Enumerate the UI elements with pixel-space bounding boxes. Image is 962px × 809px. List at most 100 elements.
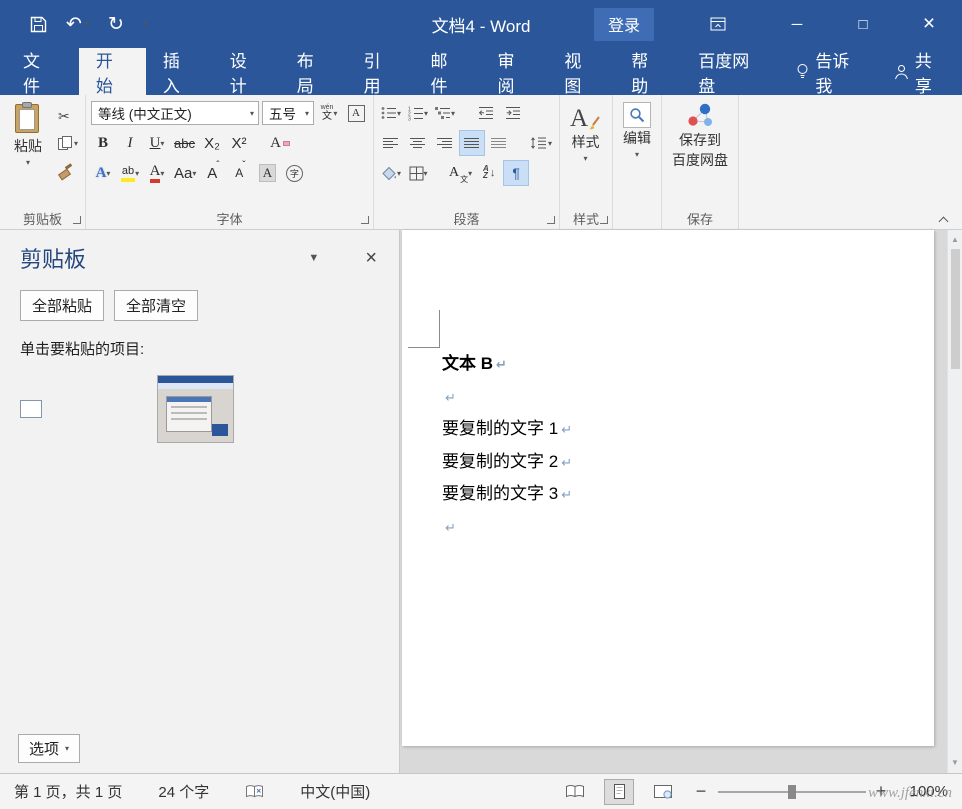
underline-button[interactable]: U▾ bbox=[145, 131, 169, 155]
clipboard-item[interactable] bbox=[0, 375, 399, 443]
text-highlight-color-button[interactable]: ab▾ bbox=[118, 161, 142, 185]
paste-all-button[interactable]: 全部粘贴 bbox=[20, 290, 104, 321]
enclose-characters-button[interactable]: 字 bbox=[282, 161, 306, 185]
document-area[interactable]: 文本 B↵ ↵ 要复制的文字 1↵ 要复制的文字 2↵ 要复制的文字 3↵ ↵ … bbox=[400, 230, 962, 773]
grow-font-button[interactable]: Aˆ bbox=[201, 161, 225, 185]
language-indicator[interactable]: 中文(中国) bbox=[300, 781, 370, 802]
format-painter-button[interactable] bbox=[55, 159, 81, 181]
font-dialog-launcher[interactable] bbox=[361, 216, 369, 224]
tab-mailings[interactable]: 邮件 bbox=[414, 48, 481, 95]
clipboard-dialog-launcher[interactable] bbox=[73, 216, 81, 224]
undo-dropdown-icon[interactable]: ▾ bbox=[85, 20, 89, 28]
minimize-button[interactable]: ─ bbox=[764, 0, 830, 48]
clear-all-button[interactable]: 全部清空 bbox=[114, 290, 198, 321]
clipboard-item-thumbnail[interactable] bbox=[157, 375, 234, 443]
document-empty-line[interactable]: ↵ bbox=[442, 511, 572, 544]
zoom-slider[interactable] bbox=[718, 791, 866, 793]
web-layout-button[interactable] bbox=[648, 779, 678, 805]
asian-layout-button[interactable]: A文 ▾ bbox=[447, 161, 474, 185]
zoom-out-button[interactable]: − bbox=[692, 781, 710, 802]
collapse-ribbon-button[interactable] bbox=[936, 211, 950, 225]
tab-references[interactable]: 引用 bbox=[347, 48, 414, 95]
styles-button[interactable]: A 样式 ▾ bbox=[561, 97, 610, 208]
save-button[interactable] bbox=[30, 16, 47, 33]
scroll-up-arrow[interactable]: ▲ bbox=[951, 230, 959, 247]
pane-close-button[interactable]: × bbox=[365, 247, 377, 270]
distribute-button[interactable] bbox=[487, 131, 511, 155]
copy-button[interactable]: ▾ bbox=[55, 132, 81, 154]
scrollbar-thumb[interactable] bbox=[951, 249, 960, 369]
sort-button[interactable]: AZ ↓ bbox=[477, 161, 501, 185]
pane-menu-button[interactable]: ▼ bbox=[308, 252, 319, 264]
document-heading[interactable]: 文本 B bbox=[442, 354, 493, 373]
show-hide-marks-button[interactable]: ¶ bbox=[504, 161, 528, 185]
shading-button[interactable]: ▾ bbox=[379, 161, 403, 185]
document-empty-line[interactable]: ↵ bbox=[442, 381, 572, 414]
align-center-button[interactable] bbox=[406, 131, 430, 155]
word-count[interactable]: 24 个字 bbox=[158, 781, 209, 802]
tab-baidu-netdisk[interactable]: 百度网盘 bbox=[681, 48, 781, 95]
tell-me-button[interactable]: 告诉我 bbox=[781, 48, 879, 95]
sign-in-button[interactable]: 登录 bbox=[594, 8, 654, 41]
clear-formatting-button[interactable]: A bbox=[268, 131, 292, 155]
vertical-scrollbar[interactable]: ▲ ▼ bbox=[947, 230, 962, 773]
pane-options-button[interactable]: 选项 ▾ bbox=[18, 734, 80, 763]
tab-file[interactable]: 文件 bbox=[0, 48, 79, 95]
read-mode-button[interactable] bbox=[560, 779, 590, 805]
redo-button[interactable]: ↻ bbox=[108, 15, 124, 34]
shrink-font-button[interactable]: Aˇ bbox=[228, 161, 252, 185]
zoom-in-button[interactable]: + bbox=[872, 781, 890, 802]
cut-button[interactable]: ✂ bbox=[55, 105, 81, 127]
increase-indent-button[interactable] bbox=[501, 101, 525, 125]
tab-layout[interactable]: 布局 bbox=[280, 48, 347, 95]
save-to-baidu-button[interactable]: 保存到 百度网盘 bbox=[663, 97, 737, 208]
font-color-button[interactable]: A▾ bbox=[145, 161, 169, 185]
character-shading-button[interactable]: A bbox=[255, 161, 279, 185]
borders-button[interactable]: ▾ bbox=[406, 161, 430, 185]
document-line[interactable]: 要复制的文字 1↵ bbox=[442, 413, 572, 446]
zoom-level[interactable]: 100% bbox=[902, 783, 948, 800]
phonetic-guide-button[interactable]: wén文 ▾ bbox=[317, 101, 341, 125]
zoom-slider-thumb[interactable] bbox=[788, 785, 796, 799]
print-layout-button[interactable] bbox=[604, 779, 634, 805]
maximize-button[interactable]: □ bbox=[830, 0, 896, 48]
subscript-button[interactable]: X₂ bbox=[200, 131, 224, 155]
paste-button[interactable]: 粘贴 ▾ bbox=[4, 99, 52, 206]
document-heading-line[interactable]: 文本 B↵ bbox=[442, 348, 572, 381]
undo-button[interactable]: ↶ ▾ bbox=[66, 15, 89, 34]
font-name-combobox[interactable]: 等线 (中文正文)▾ bbox=[91, 101, 259, 125]
document-page[interactable]: 文本 B↵ ↵ 要复制的文字 1↵ 要复制的文字 2↵ 要复制的文字 3↵ ↵ bbox=[402, 230, 934, 746]
editing-button[interactable]: 编辑 ▾ bbox=[614, 97, 660, 208]
paragraph-dialog-launcher[interactable] bbox=[547, 216, 555, 224]
document-line[interactable]: 要复制的文字 3↵ bbox=[442, 478, 572, 511]
tab-design[interactable]: 设计 bbox=[213, 48, 280, 95]
styles-dialog-launcher[interactable] bbox=[600, 216, 608, 224]
line-spacing-button[interactable]: ▾ bbox=[528, 131, 554, 155]
ribbon-display-options-button[interactable] bbox=[698, 0, 738, 48]
share-button[interactable]: 共享 bbox=[879, 48, 962, 95]
tab-review[interactable]: 审阅 bbox=[480, 48, 547, 95]
tab-view[interactable]: 视图 bbox=[547, 48, 614, 95]
multilevel-list-button[interactable]: ▾ bbox=[433, 101, 457, 125]
page-indicator[interactable]: 第 1 页，共 1 页 bbox=[14, 781, 122, 802]
superscript-button[interactable]: X² bbox=[227, 131, 251, 155]
tab-home[interactable]: 开始 bbox=[79, 48, 146, 95]
close-button[interactable]: × bbox=[896, 0, 962, 48]
change-case-button[interactable]: Aa▾ bbox=[172, 161, 198, 185]
proofing-status[interactable] bbox=[245, 784, 264, 799]
numbering-button[interactable]: 123 ▾ bbox=[406, 101, 430, 125]
qat-customize-button[interactable]: ▾ bbox=[143, 20, 147, 28]
italic-button[interactable]: I bbox=[118, 131, 142, 155]
strikethrough-button[interactable]: abc bbox=[172, 131, 197, 155]
decrease-indent-button[interactable] bbox=[474, 101, 498, 125]
tab-insert[interactable]: 插入 bbox=[146, 48, 213, 95]
scroll-down-arrow[interactable]: ▼ bbox=[951, 753, 959, 770]
bullets-button[interactable]: ▾ bbox=[379, 101, 403, 125]
tab-help[interactable]: 帮助 bbox=[614, 48, 681, 95]
justify-button[interactable] bbox=[460, 131, 484, 155]
document-line[interactable]: 要复制的文字 2↵ bbox=[442, 446, 572, 479]
character-border-button[interactable]: A bbox=[344, 101, 368, 125]
align-left-button[interactable] bbox=[379, 131, 403, 155]
document-text[interactable]: 文本 B↵ ↵ 要复制的文字 1↵ 要复制的文字 2↵ 要复制的文字 3↵ ↵ bbox=[442, 348, 572, 543]
text-effects-button[interactable]: A▾ bbox=[91, 161, 115, 185]
